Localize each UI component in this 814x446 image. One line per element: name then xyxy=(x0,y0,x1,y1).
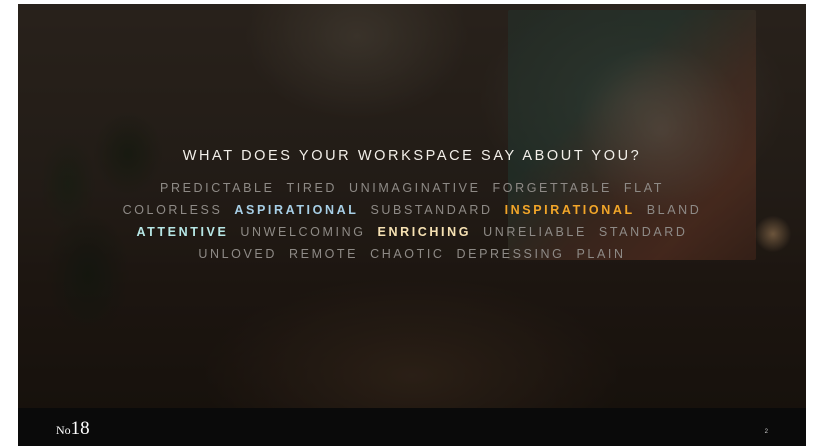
word: UNIMAGINATIVE xyxy=(349,181,481,195)
word: DEPRESSING xyxy=(456,247,565,261)
word: UNWELCOMING xyxy=(240,225,366,239)
word: FORGETTABLE xyxy=(492,181,612,195)
word: INSPIRATIONAL xyxy=(504,203,635,217)
word: REMOTE xyxy=(289,247,359,261)
adjective-word-cloud: PREDICTABLE TIRED UNIMAGINATIVE FORGETTABLE… xyxy=(18,177,806,265)
word: PLAIN xyxy=(576,247,626,261)
word: CHAOTIC xyxy=(370,247,445,261)
headline-block: WHAT DOES YOUR WORKSPACE SAY ABOUT YOU? … xyxy=(18,148,806,265)
word: PREDICTABLE xyxy=(160,181,275,195)
word-line-3: ATTENTIVE UNWELCOMING ENRICHING UNRELIABLE S… xyxy=(18,221,806,243)
slide-background-photo: WHAT DOES YOUR WORKSPACE SAY ABOUT YOU? … xyxy=(18,4,806,408)
word: STANDARD xyxy=(598,225,688,239)
word: ATTENTIVE xyxy=(136,225,229,239)
word: COLORLESS xyxy=(122,203,223,217)
page-number: 2 xyxy=(764,429,768,435)
word: TIRED xyxy=(286,181,338,195)
brand-logo: No18 xyxy=(56,418,90,440)
word-line-1: PREDICTABLE TIRED UNIMAGINATIVE FORGETTABLE… xyxy=(18,177,806,199)
word: UNRELIABLE xyxy=(483,225,587,239)
word: SUBSTANDARD xyxy=(370,203,493,217)
word-line-4: UNLOVED REMOTE CHAOTIC DEPRESSING PLAIN xyxy=(18,243,806,265)
word: ASPIRATIONAL xyxy=(234,203,359,217)
slide-headline: WHAT DOES YOUR WORKSPACE SAY ABOUT YOU? xyxy=(182,148,642,164)
slide-footer: No18 2 xyxy=(18,408,806,446)
word: BLAND xyxy=(646,203,702,217)
logo-number: 18 xyxy=(70,418,90,439)
word: FLAT xyxy=(623,181,664,195)
word: ENRICHING xyxy=(377,225,472,239)
word: UNLOVED xyxy=(198,247,277,261)
logo-prefix: No xyxy=(56,423,71,437)
word-line-2: COLORLESS ASPIRATIONAL SUBSTANDARD INSPIRAT… xyxy=(18,199,806,221)
